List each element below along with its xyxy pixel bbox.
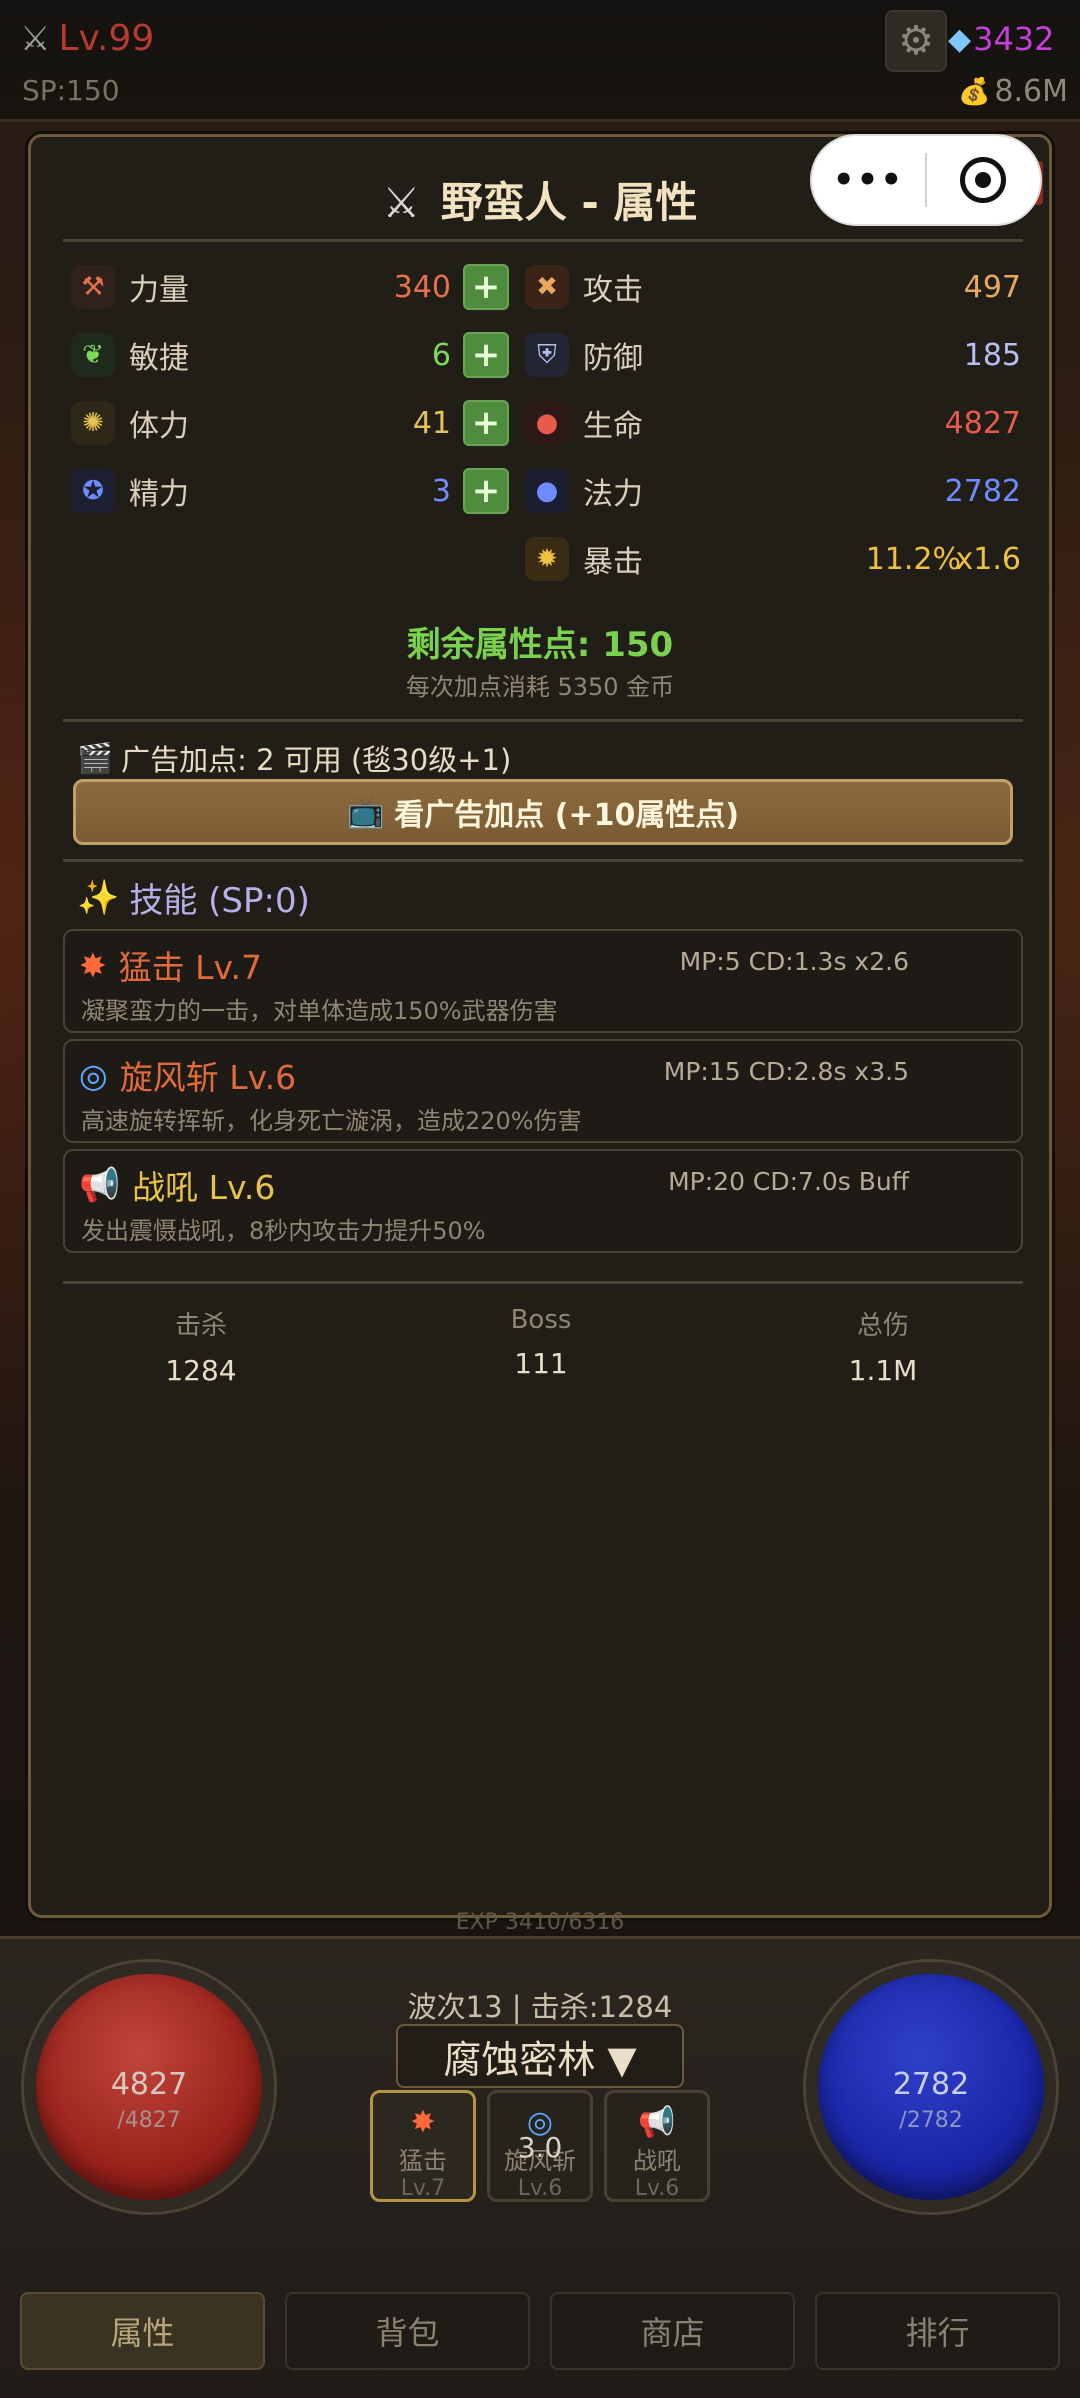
gem-count: ◆ 3432 xyxy=(948,20,1055,58)
section-divider xyxy=(63,859,1023,862)
total-damage: 总伤 1.1M xyxy=(848,1311,918,1387)
attribute-panel: ⚔ 野蛮人 - 属性 X ⚒ 力量 ❦ 敏捷 ✺ 体力 ✪ 精力 340 6 4… xyxy=(28,134,1052,1918)
crossed-swords-icon: ⚔ xyxy=(20,18,51,59)
hp-current: 4827 xyxy=(110,2067,188,2102)
skill-meta: MP:20 CD:7.0s Buff xyxy=(668,1167,909,1196)
skills-title: ✨ 技能 (SP:0) xyxy=(77,873,310,922)
points-cost: 每次加点消耗 5350 金币 xyxy=(405,673,675,701)
mini-program-capsule: ••• xyxy=(810,134,1042,226)
gem-count-value: 3432 xyxy=(973,20,1055,58)
mp-current: 2782 xyxy=(892,2067,970,2102)
mp-max: /2782 xyxy=(899,2108,963,2133)
tab-shop[interactable]: 商店 xyxy=(550,2292,795,2370)
zone-selector[interactable]: 腐蚀密林 ▼ xyxy=(396,2024,684,2088)
remaining-points: 剩余属性点: 150 xyxy=(406,625,674,665)
wave-info: 波次13 | 击杀:1284 xyxy=(407,1990,673,2024)
bottom-tab-bar: 属性 背包 商店 排行 xyxy=(20,2292,1060,2370)
hp-max: /4827 xyxy=(117,2108,181,2133)
section-divider xyxy=(63,719,1023,722)
megaphone-icon: 📢 xyxy=(638,2105,676,2140)
stat-attack-value: 497 xyxy=(963,269,1021,305)
more-options-button[interactable]: ••• xyxy=(812,160,925,200)
gold-count: 💰 8.6M xyxy=(958,74,1068,109)
crossed-swords-icon: ⚔ xyxy=(382,178,421,227)
skill-meta: MP:5 CD:1.3s x2.6 xyxy=(679,947,909,976)
total-boss: Boss 111 xyxy=(510,1305,572,1380)
tv-icon: 📺 xyxy=(346,794,385,830)
quick-skill-whirlwind[interactable]: ◎ 旋风斩 Lv.6 3.0 xyxy=(487,2090,593,2202)
exp-text: EXP 3410/6316 xyxy=(455,1910,625,1935)
total-kills: 击杀 1284 xyxy=(165,1311,237,1387)
skill-points: SP:150 xyxy=(22,74,120,107)
tab-bag[interactable]: 背包 xyxy=(285,2292,530,2370)
ad-points-info: 🎬 广告加点: 2 可用 (毯30级+1) xyxy=(77,737,511,779)
player-level-value: Lv.99 xyxy=(58,18,155,59)
title-divider xyxy=(63,239,1023,242)
skill-name: 📢 战吼 Lv.6 xyxy=(79,1165,276,1207)
stat-defense-value: 185 xyxy=(963,337,1021,373)
quick-skill-warcry[interactable]: 📢 战吼 Lv.6 xyxy=(604,2090,710,2202)
watch-ad-button[interactable]: 📺 看广告加点 (+10属性点) xyxy=(73,779,1013,845)
skill-card[interactable]: 📢 战吼 Lv.6 MP:20 CD:7.0s Buff 发出震慑战吼，8秒内攻… xyxy=(63,1149,1023,1253)
skills-title-text: 技能 (SP:0) xyxy=(129,881,310,921)
skill-desc: 高速旋转挥斩，化身死亡漩涡，造成220%伤害 xyxy=(81,1107,582,1135)
gold-count-value: 8.6M xyxy=(994,74,1068,109)
panel-title-text: 野蛮人 - 属性 xyxy=(440,178,698,227)
skill-name: ✸ 猛击 Lv.7 xyxy=(79,945,262,988)
burst-icon: ✸ xyxy=(410,2105,436,2140)
quick-skill-slash[interactable]: ✸ 猛击 Lv.7 xyxy=(370,2090,476,2202)
gem-icon: ◆ xyxy=(948,21,972,57)
player-level: ⚔ Lv.99 xyxy=(20,18,154,59)
close-mini-program-button[interactable] xyxy=(927,157,1040,203)
clapperboard-icon: 🎬 xyxy=(77,740,114,775)
settings-button[interactable]: ⚙ xyxy=(885,10,947,72)
target-icon xyxy=(960,157,1007,203)
skill-desc: 凝聚蛮力的一击，对单体造成150%武器伤害 xyxy=(81,997,558,1025)
skill-desc: 发出震慑战吼，8秒内攻击力提升50% xyxy=(81,1217,486,1245)
skill-card[interactable]: ✸ 猛击 Lv.7 MP:5 CD:1.3s x2.6 凝聚蛮力的一击，对单体造… xyxy=(63,929,1023,1033)
tab-attributes[interactable]: 属性 xyxy=(20,2292,265,2370)
skill-name: ◎ 旋风斩 Lv.6 xyxy=(79,1055,297,1098)
megaphone-icon: 📢 xyxy=(79,1165,121,1204)
top-hud: ⚔ Lv.99 SP:150 ⚙ ◆ 3432 💰 8.6M xyxy=(0,0,1080,122)
whirlwind-icon: ◎ xyxy=(79,1055,108,1095)
watch-ad-label: 看广告加点 (+10属性点) xyxy=(394,798,740,833)
stat-crit-value: 11.2% x1.6 xyxy=(865,541,1021,577)
tab-ranking[interactable]: 排行 xyxy=(815,2292,1060,2370)
stat-life-value: 4827 xyxy=(944,405,1021,441)
skill-meta: MP:15 CD:2.8s x3.5 xyxy=(663,1057,909,1086)
cooldown-timer: 3.0 xyxy=(517,2131,563,2164)
skill-card[interactable]: ◎ 旋风斩 Lv.6 MP:15 CD:2.8s x3.5 高速旋转挥斩，化身死… xyxy=(63,1039,1023,1143)
gear-icon: ⚙ xyxy=(898,18,934,64)
section-divider xyxy=(63,1281,1023,1284)
money-bag-icon: 💰 xyxy=(958,76,991,107)
ad-points-text: 广告加点: 2 可用 (毯30级+1) xyxy=(121,743,512,777)
sparkles-icon: ✨ xyxy=(77,877,120,918)
burst-icon: ✸ xyxy=(79,945,107,985)
stat-mana-value: 2782 xyxy=(944,473,1021,509)
